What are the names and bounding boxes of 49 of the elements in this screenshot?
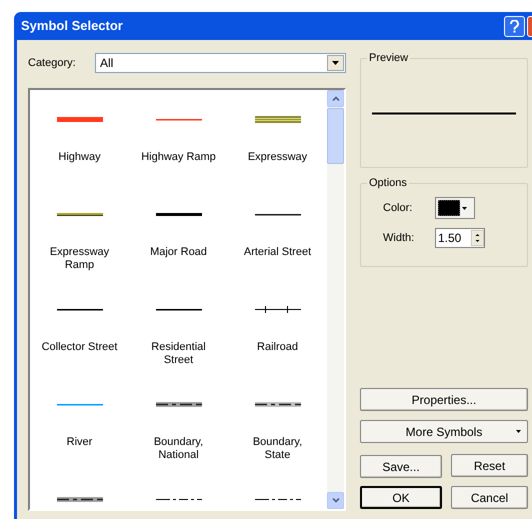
window-title: Symbol Selector [21,17,123,36]
symbol-item[interactable]: Highway Ramp [129,114,228,209]
properties-button[interactable]: Properties... [360,388,528,411]
symbol-label: Arterial Street [242,246,312,259]
line-preview-icon [372,112,516,114]
symbol-item[interactable]: Expressway [228,114,327,209]
ok-button[interactable]: OK [360,486,442,509]
more-symbols-button[interactable]: More Symbols [360,420,528,443]
symbol-label: Railroad [256,341,299,354]
help-button[interactable] [504,16,525,36]
color-picker-button[interactable] [435,197,475,219]
scroll-up-icon [332,96,340,101]
dropdown-arrow-icon [332,61,339,65]
reset-button[interactable]: Reset [451,454,528,477]
symbol-item[interactable]: Collector Street [30,304,129,399]
symbol-label: Expressway [246,151,308,164]
symbol-item[interactable]: Residential Street [129,304,228,399]
symbol-item[interactable]: Expressway Ramp [30,209,129,304]
symbol-item[interactable]: Boundary, National [129,399,228,494]
category-dropdown[interactable]: All [95,53,346,73]
save-button[interactable]: Save... [360,455,442,478]
symbol-label: Major Road [149,246,208,259]
category-label: Category: [28,56,77,71]
symbol-label: Collector Street [40,341,118,354]
width-label: Width: [383,230,416,246]
symbol-item[interactable]: Railroad [228,304,327,399]
symbol-label: Boundary, National [152,436,204,462]
cancel-button[interactable]: Cancel [451,486,528,509]
scroll-thumb[interactable] [327,108,344,164]
scroll-down-icon [332,498,340,503]
color-label: Color: [383,200,414,216]
symbol-label: Boundary, State [252,436,304,462]
symbol-label: Highway Ramp [140,151,217,164]
symbol-item[interactable]: Boundary, State [228,399,327,494]
question-mark-icon [510,20,519,32]
spin-arrows-icon [471,230,484,246]
symbol-label: River [66,436,94,449]
symbol-item[interactable]: River [30,399,129,494]
dropdown-arrow-icon [516,430,521,433]
symbol-label: Expressway Ramp [48,246,110,272]
symbol-label: Highway [57,151,102,164]
width-spinbox[interactable]: 1.50 [435,228,485,248]
symbol-item[interactable]: Highway [30,114,129,209]
symbol-item[interactable]: Major Road [129,209,228,304]
dropdown-arrow-icon [462,206,467,210]
symbol-item[interactable]: Arterial Street [228,209,327,304]
options-label: Options [367,176,409,190]
scrollbar[interactable] [327,90,344,509]
symbol-label: Residential Street [150,341,207,367]
